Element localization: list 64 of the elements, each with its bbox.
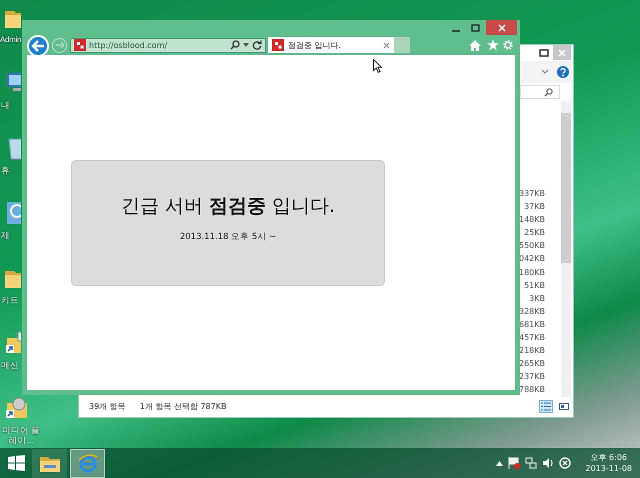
chevron-down-icon[interactable]: [541, 69, 549, 75]
refresh-icon[interactable]: [252, 40, 262, 50]
file-size-cell-text: 148KB: [518, 214, 545, 226]
up-arrow-icon[interactable]: [496, 460, 502, 466]
address-bar[interactable]: http://osblood.com/: [70, 38, 266, 52]
file-size-cell-text: 218KB: [518, 345, 545, 358]
error-icon[interactable]: [558, 457, 570, 469]
file-size-cell-text: 3KB: [528, 292, 545, 305]
close-tab-icon[interactable]: [383, 42, 390, 48]
icon-label[interactable]: Admin: [0, 35, 22, 45]
file-size-cell-text: 265KB: [518, 358, 545, 370]
icon-label[interactable]: 제: [0, 230, 10, 240]
file-explorer-taskbar-button[interactable]: [32, 448, 67, 478]
caret-icon[interactable]: [243, 43, 249, 47]
file-size-cell-text: 180KB: [518, 266, 545, 279]
details-view-button[interactable]: [539, 400, 553, 412]
file-size-cell-text: 237KB: [518, 371, 545, 384]
flag-icon[interactable]: [508, 457, 520, 469]
icon-label[interactable]: 미디어 플레이...: [0, 425, 41, 445]
site-logo-icon: [272, 39, 284, 51]
search-icon: [544, 88, 553, 96]
windows-logo-icon: [8, 455, 24, 471]
network-icon[interactable]: [524, 457, 536, 469]
notice-heading: 긴급 서버 점검중 입니다.: [120, 194, 336, 219]
notice-date: 2013.11.18 오후 5시 ~: [180, 231, 276, 243]
maximize-icon: [539, 48, 549, 56]
site-logo-icon: [74, 39, 86, 51]
help-icon[interactable]: [557, 66, 569, 78]
item-count: 39개 항목: [89, 400, 126, 412]
icon-label[interactable]: 내: [0, 100, 10, 110]
back-button[interactable]: [27, 35, 49, 57]
browser-tab[interactable]: 점검중 입니다.: [268, 37, 394, 53]
folder-icon: [38, 454, 60, 472]
mouse-pointer-icon: [373, 59, 382, 73]
close-icon: [557, 48, 567, 58]
right-arrow-icon: [54, 41, 64, 49]
speaker-icon[interactable]: [542, 457, 554, 469]
file-size-cell-text: 550KB: [518, 240, 545, 252]
clock[interactable]: 오후 6:06 2013-11-08: [586, 452, 632, 474]
close-button[interactable]: [486, 20, 517, 35]
icon-label[interactable]: 키트: [0, 295, 19, 305]
selection-info: 1개 항목 선택함 787KB: [140, 400, 226, 412]
file-size-cell-text: 337KB: [518, 188, 545, 200]
browser-logo-icon: [76, 452, 98, 474]
search-field[interactable]: [520, 85, 560, 99]
icon-label[interactable]: 메신: [0, 360, 19, 370]
file-size-cell-text: 681KB: [518, 318, 545, 331]
close-icon: [496, 22, 506, 32]
left-arrow-icon: [31, 40, 45, 52]
file-size-cell-text: 51KB: [523, 280, 545, 292]
search-icon[interactable]: [230, 40, 240, 50]
file-size-cell-text: 788KB: [518, 384, 545, 396]
control-panel-icon[interactable]: [4, 200, 21, 226]
file-size-cell-text: 25KB: [523, 227, 545, 240]
star-icon[interactable]: [487, 39, 499, 51]
file-size-cell-text: 457KB: [518, 332, 545, 344]
minimize-icon: [452, 30, 460, 32]
file-size-cell-text: 328KB: [518, 306, 545, 318]
media-folder-icon[interactable]: [4, 395, 30, 421]
file-size-cell-text: 37KB: [523, 201, 545, 214]
file-size-cell-text: 042KB: [518, 253, 545, 266]
maximize-icon: [470, 24, 480, 32]
scrollbar[interactable]: [561, 101, 571, 397]
icon-label[interactable]: 휴: [0, 165, 10, 175]
